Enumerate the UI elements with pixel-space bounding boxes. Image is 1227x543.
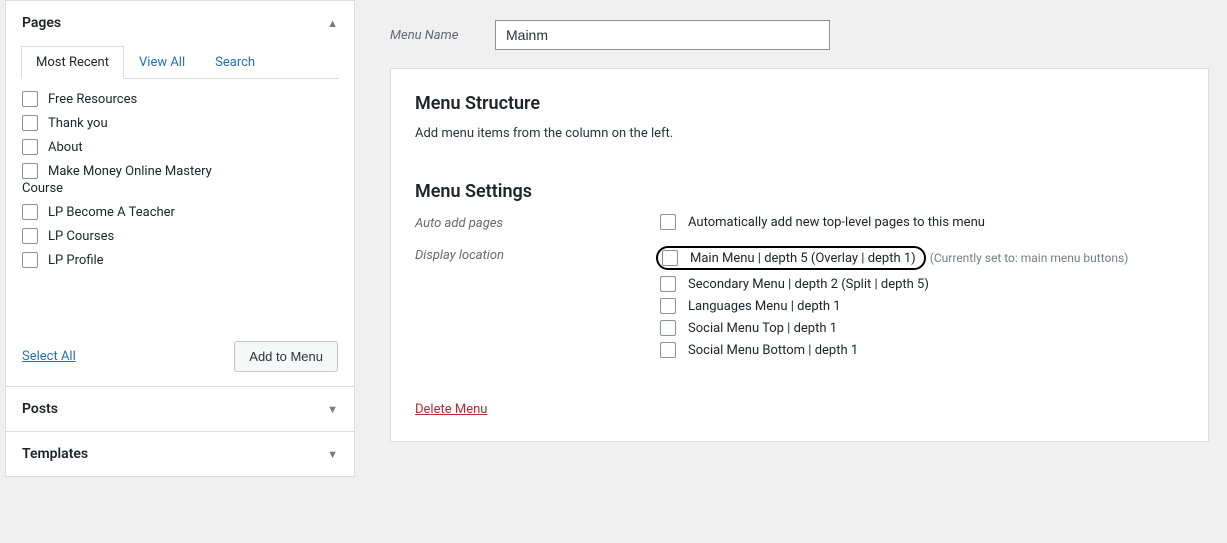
collapse-icon: ▲ xyxy=(327,17,338,30)
location-label: Social Menu Top | depth 1 xyxy=(688,321,837,336)
select-all-link[interactable]: Select All xyxy=(22,349,76,364)
pages-list[interactable]: Free Resources Thank you About Make Mone… xyxy=(22,87,338,327)
pages-panel-body: Most Recent View All Search Free Resourc… xyxy=(6,45,354,386)
tab-view-all[interactable]: View All xyxy=(124,46,200,79)
page-item-label: About xyxy=(48,140,83,155)
checkbox[interactable] xyxy=(660,320,676,336)
page-item: LP Profile xyxy=(22,248,332,272)
location-label: Social Menu Bottom | depth 1 xyxy=(688,343,858,358)
checkbox[interactable] xyxy=(660,276,676,292)
page-item: Thank you xyxy=(22,111,332,135)
checkbox[interactable] xyxy=(22,139,38,155)
auto-add-label: Auto add pages xyxy=(415,214,660,231)
tab-most-recent[interactable]: Most Recent xyxy=(21,46,124,79)
location-item: Secondary Menu | depth 2 (Split | depth … xyxy=(660,276,1184,292)
page-item-label: LP Become A Teacher xyxy=(48,205,175,220)
display-location-label: Display location xyxy=(415,246,660,263)
location-label: Secondary Menu | depth 2 (Split | depth … xyxy=(688,277,929,292)
checkbox[interactable] xyxy=(22,204,38,220)
page-item-label: Make Money Online Mastery xyxy=(48,164,212,179)
checkbox[interactable] xyxy=(22,115,38,131)
tab-search[interactable]: Search xyxy=(200,46,270,79)
pages-panel: Pages ▲ Most Recent View All Search Free… xyxy=(5,0,355,387)
checkbox[interactable] xyxy=(22,91,38,107)
display-locations: Main Menu | depth 5 (Overlay | depth 1) … xyxy=(660,246,1184,364)
checkbox[interactable] xyxy=(22,252,38,268)
checkbox[interactable] xyxy=(662,250,678,266)
checkbox[interactable] xyxy=(22,163,38,179)
expand-icon: ▼ xyxy=(327,403,338,416)
posts-panel: Posts ▼ xyxy=(5,387,355,432)
page-item-label-cont: Course xyxy=(22,181,332,196)
add-to-menu-button[interactable]: Add to Menu xyxy=(234,341,338,372)
location-item: Social Menu Bottom | depth 1 xyxy=(660,342,1184,358)
menu-structure-text: Add menu items from the column on the le… xyxy=(415,126,1184,141)
menu-name-input[interactable] xyxy=(495,20,830,50)
page-item-label: LP Profile xyxy=(48,253,104,268)
pages-tabs: Most Recent View All Search xyxy=(21,45,339,79)
location-item: Main Menu | depth 5 (Overlay | depth 1) … xyxy=(660,246,1184,270)
checkbox[interactable] xyxy=(660,214,676,230)
menu-settings-heading: Menu Settings xyxy=(415,181,1184,202)
auto-add-text: Automatically add new top-level pages to… xyxy=(688,215,985,230)
expand-icon: ▼ xyxy=(327,448,338,461)
page-item: LP Courses xyxy=(22,224,332,248)
templates-panel-title: Templates xyxy=(22,446,88,462)
delete-menu-link[interactable]: Delete Menu xyxy=(415,402,487,417)
posts-panel-header[interactable]: Posts ▼ xyxy=(6,387,354,431)
checkbox[interactable] xyxy=(660,342,676,358)
page-item: LP Become A Teacher xyxy=(22,200,332,224)
location-label: Main Menu | depth 5 (Overlay | depth 1) xyxy=(690,251,916,266)
posts-panel-title: Posts xyxy=(22,401,58,417)
menu-name-row: Menu Name xyxy=(390,0,1209,68)
location-note: (Currently set to: main menu buttons) xyxy=(930,251,1129,265)
page-item-label: LP Courses xyxy=(48,229,114,244)
pages-panel-title: Pages xyxy=(22,15,61,31)
location-item: Social Menu Top | depth 1 xyxy=(660,320,1184,336)
auto-add-item: Automatically add new top-level pages to… xyxy=(660,214,1184,230)
page-item-label: Thank you xyxy=(48,116,108,131)
page-item: Free Resources xyxy=(22,87,332,111)
pages-panel-header[interactable]: Pages ▲ xyxy=(6,1,354,45)
templates-panel-header[interactable]: Templates ▼ xyxy=(6,432,354,476)
page-item-label: Free Resources xyxy=(48,92,137,107)
location-item: Languages Menu | depth 1 xyxy=(660,298,1184,314)
menu-name-label: Menu Name xyxy=(390,28,495,43)
templates-panel: Templates ▼ xyxy=(5,432,355,477)
menu-content-panel: Menu Structure Add menu items from the c… xyxy=(390,68,1209,442)
page-item: Make Money Online Mastery Course xyxy=(22,159,332,200)
menu-structure-heading: Menu Structure xyxy=(415,93,1184,114)
highlight-marker: Main Menu | depth 5 (Overlay | depth 1) xyxy=(656,246,926,270)
checkbox[interactable] xyxy=(22,228,38,244)
checkbox[interactable] xyxy=(660,298,676,314)
page-item: About xyxy=(22,135,332,159)
location-label: Languages Menu | depth 1 xyxy=(688,299,841,314)
